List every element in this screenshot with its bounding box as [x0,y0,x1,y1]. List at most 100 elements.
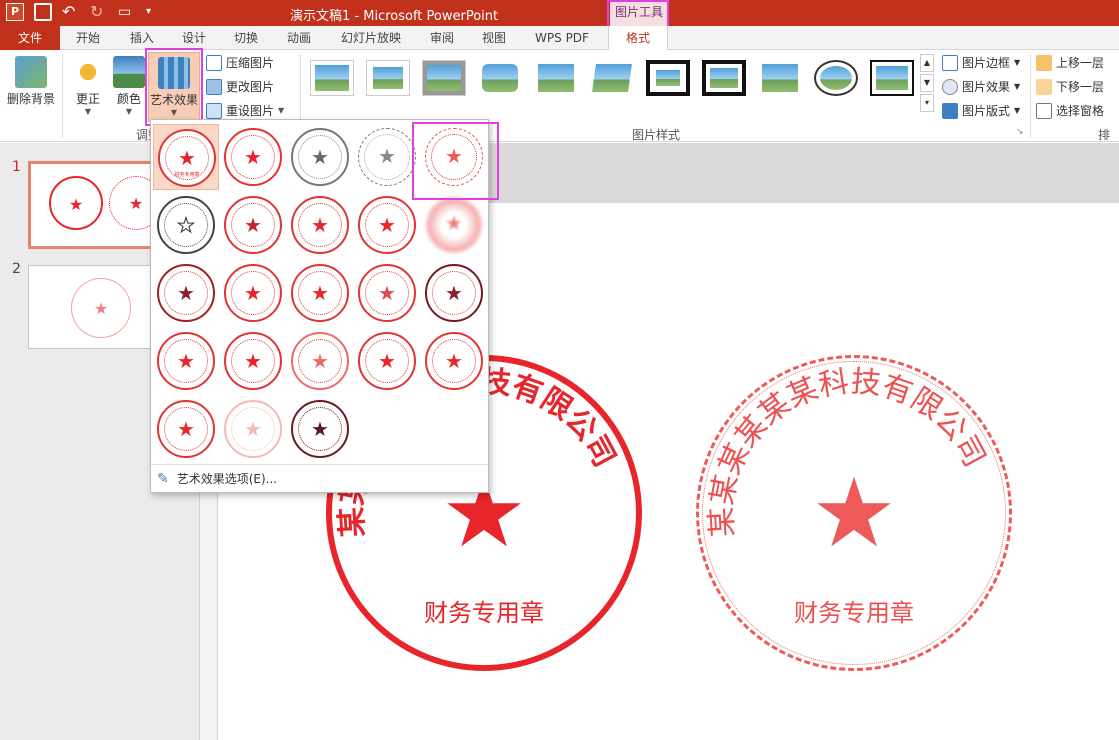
star-icon: ★ [378,144,396,168]
remove-background-button[interactable]: 删除背景 [4,56,58,107]
effect-marker[interactable]: ★ [220,124,286,190]
effect-thumb-label: 财务专用章 [174,172,200,178]
effect-chalk-sketch[interactable]: ★ [220,192,286,258]
undo-icon[interactable]: ↶ [62,3,80,21]
tab-animations[interactable]: 动画 [275,26,323,50]
effect-light-screen[interactable]: ★ [220,260,286,326]
save-icon[interactable] [34,3,52,21]
gallery-scroll-down[interactable]: ▼ [920,74,934,92]
effect-cement[interactable]: ★ [220,328,286,394]
effect-photocopy[interactable]: ★ [287,396,353,462]
slideshow-icon[interactable]: ▭ [118,3,136,21]
tab-review[interactable]: 审阅 [418,26,466,50]
effect-crisscross-etching[interactable]: ★ [354,328,420,394]
chevron-down-icon: ▼ [1014,58,1021,67]
tab-wps-pdf[interactable]: WPS PDF [528,26,596,50]
picture-style-9[interactable] [758,60,802,96]
compress-pictures-button[interactable]: 压缩图片 [206,52,274,74]
send-backward-button[interactable]: 下移一层 [1036,76,1104,98]
remove-background-label: 删除背景 [6,92,55,106]
options-icon: ✎ [157,470,169,487]
picture-style-11[interactable] [870,60,914,96]
bring-forward-button[interactable]: 上移一层 [1036,52,1104,74]
star-icon: ★ [244,417,262,441]
star-icon: ★ [244,281,262,305]
effect-pencil-sketch-gray[interactable]: ★ [354,124,420,190]
thumb-seal-faded: ★ [71,278,131,338]
gallery-more[interactable]: ▾ [920,94,934,112]
send-backward-icon [1036,79,1052,95]
effect-glow-diffused[interactable]: ★ [153,260,219,326]
reset-picture-icon [206,103,222,119]
dialog-launcher-icon[interactable]: ↘ [1016,126,1024,138]
star-icon: ★ [178,146,196,170]
star-icon: ★ [378,349,396,373]
corrections-button[interactable]: 更正 ▼ [66,56,110,116]
artistic-effects-button[interactable]: 艺术效果 ▼ [148,52,200,122]
tab-home[interactable]: 开始 [64,26,112,50]
star-icon: ★ [445,349,463,373]
picture-style-8[interactable] [702,60,746,96]
effect-pencil-sketch[interactable]: ★ [421,124,487,190]
remove-background-icon [15,56,47,88]
chevron-down-icon: ▼ [84,107,92,116]
bring-forward-icon [1036,55,1052,71]
star-icon: ★ [244,213,262,237]
color-button[interactable]: 颜色 ▼ [110,56,148,116]
compress-label: 压缩图片 [226,56,275,70]
picture-style-6[interactable] [590,60,634,96]
star-icon: ★ [378,213,396,237]
picture-border-label: 图片边框 [962,56,1011,70]
picture-style-10[interactable] [814,60,858,96]
effect-none[interactable]: ★ 财务专用章 [153,124,219,190]
gallery-scroll-up[interactable]: ▲ [920,54,934,72]
effect-texturizer[interactable]: ★ [287,328,353,394]
chevron-down-icon: ▼ [1014,82,1021,91]
picture-style-2[interactable] [366,60,410,96]
artistic-effects-options-item[interactable]: ✎ 艺术效果选项(E)... [151,464,488,492]
effect-blur[interactable]: ★ [421,192,487,258]
redo-icon[interactable]: ↻ [90,3,108,21]
effect-watercolor-sponge[interactable]: ★ [287,260,353,326]
picture-style-4[interactable] [478,60,522,96]
tab-transitions[interactable]: 切换 [222,26,270,50]
effect-cutout[interactable]: ★ [220,396,286,462]
picture-effects-label: 图片效果 [962,80,1011,94]
picture-border-button[interactable]: 图片边框 ▼ [942,52,1020,74]
picture-effects-button[interactable]: 图片效果 ▼ [942,76,1020,98]
effect-line-drawing[interactable]: ★ [153,192,219,258]
artistic-effects-label: 艺术效果 [149,93,198,107]
tab-insert[interactable]: 插入 [118,26,166,50]
color-label: 颜色 [116,92,141,106]
tab-slideshow[interactable]: 幻灯片放映 [332,26,410,50]
selection-pane-button[interactable]: 选择窗格 [1036,100,1104,122]
star-icon: ★ [810,457,898,569]
powerpoint-logo-icon[interactable]: P [6,3,24,21]
chevron-down-icon: ▼ [125,107,133,116]
picture-layout-button[interactable]: 图片版式 ▼ [942,100,1020,122]
change-picture-button[interactable]: 更改图片 [206,76,274,98]
effect-pastels-smooth[interactable]: ★ [421,328,487,394]
selection-pane-label: 选择窗格 [1056,104,1105,118]
effect-paint-brush[interactable]: ★ [354,192,420,258]
picture-style-5[interactable] [534,60,578,96]
effect-plastic-wrap[interactable]: ★ [153,396,219,462]
slide-number: 2 [12,261,21,277]
tab-format[interactable]: 格式 [608,26,668,51]
selection-pane-icon [1036,103,1052,119]
effect-film-grain[interactable]: ★ [354,260,420,326]
tab-design[interactable]: 设计 [170,26,218,50]
picture-style-1[interactable] [310,60,354,96]
picture-style-3[interactable] [422,60,466,96]
effect-paint-strokes[interactable]: ★ [287,192,353,258]
company-seal-right[interactable]: 某某某某某某科技有限公司 ★ 财务专用章 [696,355,1012,671]
tab-view[interactable]: 视图 [470,26,518,50]
seal-dept-text: 财务专用章 [424,599,544,627]
customize-qat-icon[interactable]: ▾ [146,3,164,21]
picture-style-7[interactable] [646,60,690,96]
effect-glass[interactable]: ★ [153,328,219,394]
effect-pencil-grayscale[interactable]: ★ [287,124,353,190]
tab-file[interactable]: 文件 [0,26,60,50]
effect-mosaic-bubbles[interactable]: ★ [421,260,487,326]
artistic-effects-icon [158,57,190,89]
